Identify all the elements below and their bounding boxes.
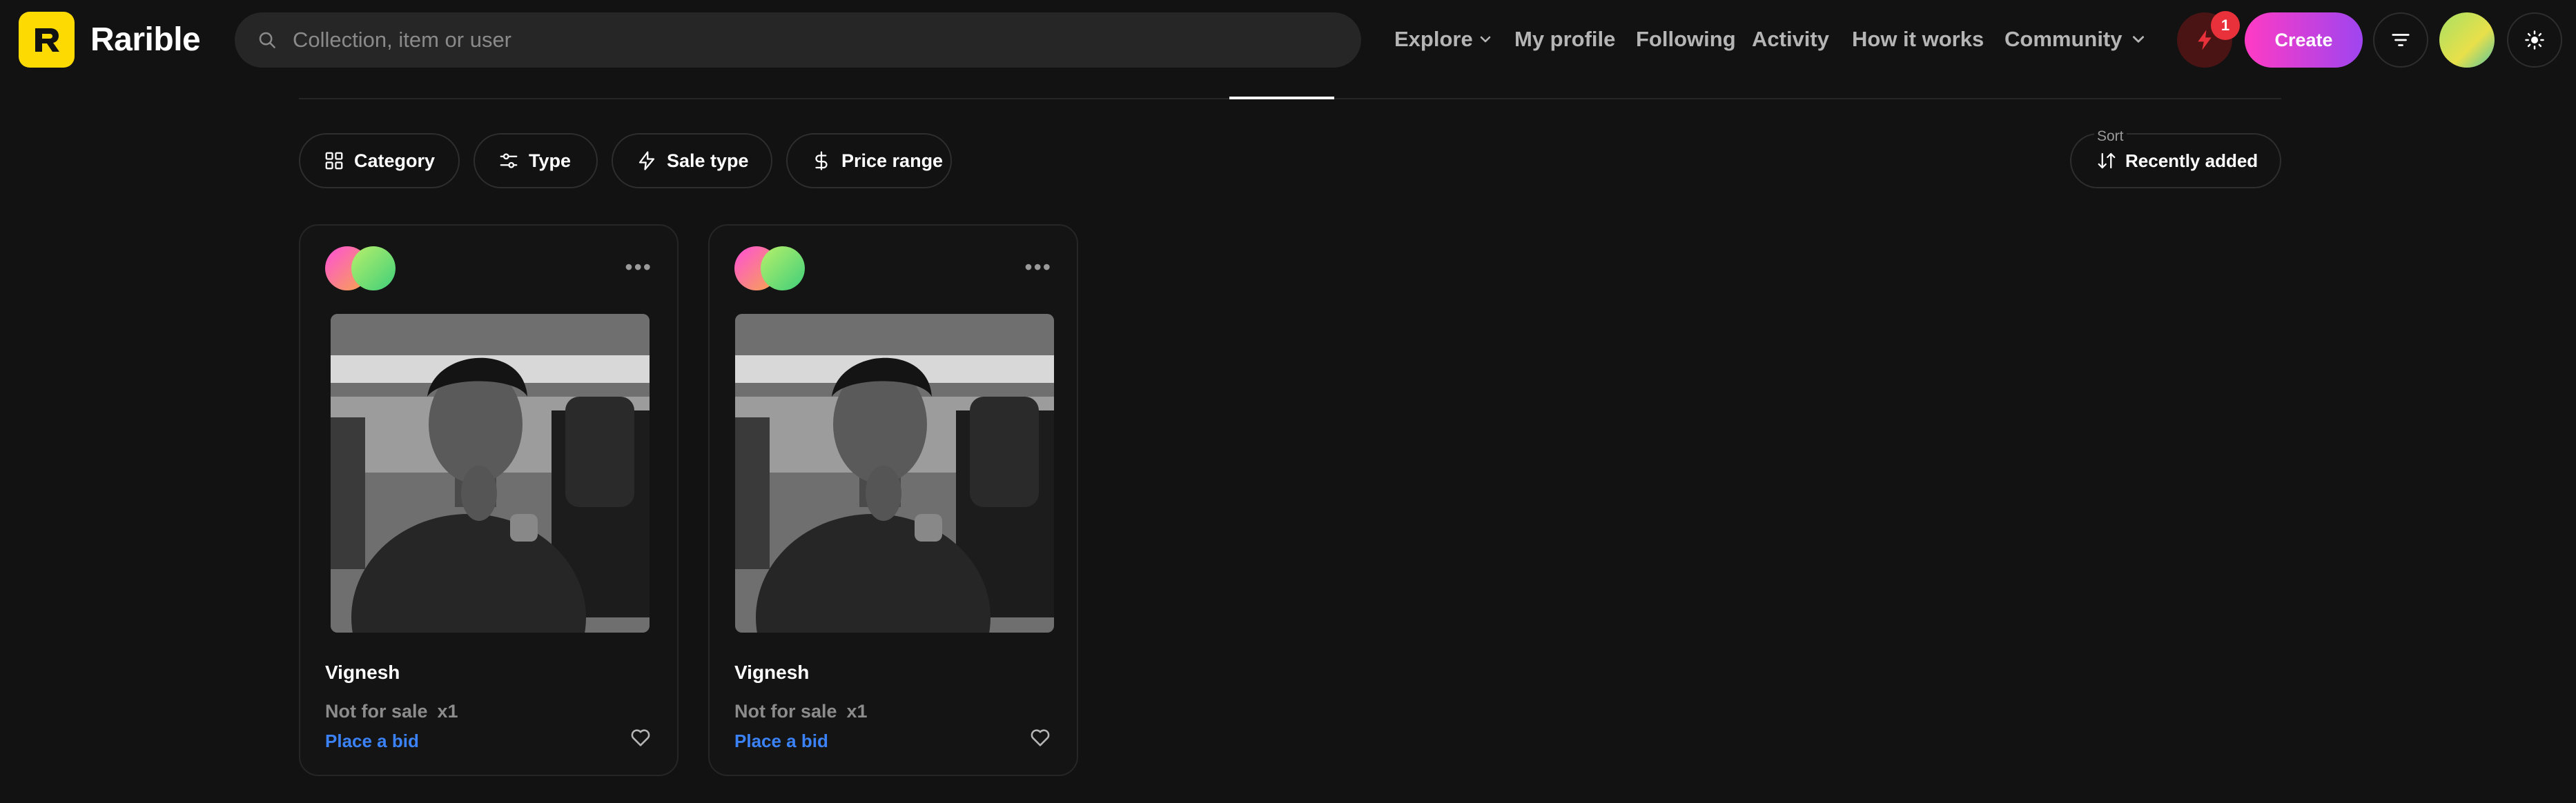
owner-avatars <box>325 246 401 290</box>
category-filter-button[interactable]: Category <box>299 133 460 188</box>
more-options-icon[interactable]: ••• <box>1024 256 1052 278</box>
heart-icon[interactable] <box>1028 726 1052 749</box>
nft-card[interactable]: ••• Vignesh Not for sale x1 Place a bid <box>299 224 679 776</box>
sale-type-filter-label: Sale type <box>667 150 749 171</box>
nft-image[interactable] <box>331 314 650 633</box>
sale-status-text: Not for sale <box>325 701 428 722</box>
owner-avatar[interactable] <box>351 246 396 290</box>
sliders-icon <box>500 153 518 168</box>
filter-button[interactable] <box>2373 12 2428 68</box>
sale-status: Not for sale x1 <box>734 700 868 723</box>
place-bid-link[interactable]: Place a bid <box>734 730 828 752</box>
edition-quantity: x1 <box>846 701 868 722</box>
nft-title[interactable]: Vignesh <box>325 660 400 685</box>
nft-image[interactable] <box>735 314 1054 633</box>
create-button[interactable]: Create <box>2245 12 2363 68</box>
nav-how-it-works[interactable]: How it works <box>1852 26 1984 52</box>
portrait-photo <box>735 314 1054 633</box>
type-filter-button[interactable]: Type <box>474 133 598 188</box>
brand-name[interactable]: Rarible <box>90 19 201 61</box>
nav-activity[interactable]: Activity <box>1752 26 1829 52</box>
more-options-icon[interactable]: ••• <box>625 256 652 278</box>
category-filter-label: Category <box>354 150 436 171</box>
chevron-down-icon <box>1480 36 1491 43</box>
type-filter-label: Type <box>529 150 572 171</box>
filter-icon <box>2392 34 2410 46</box>
top-header: Rarible Explore My profile Following Act… <box>0 0 2576 80</box>
price-range-filter-button[interactable]: Price range <box>786 133 952 188</box>
rarible-logo[interactable] <box>19 12 75 68</box>
edition-quantity: x1 <box>437 701 458 722</box>
sort-arrows-icon <box>2098 152 2116 169</box>
nav-my-profile[interactable]: My profile <box>1514 26 1615 52</box>
owner-avatar[interactable] <box>761 246 805 290</box>
price-range-filter-label: Price range <box>841 150 944 171</box>
logo-mark-icon <box>35 28 59 52</box>
search-input[interactable] <box>293 28 1259 52</box>
nav-explore[interactable]: Explore <box>1394 26 1492 52</box>
sort-value: Recently added <box>2125 150 2258 171</box>
sale-status-text: Not for sale <box>734 701 837 722</box>
theme-toggle-button[interactable] <box>2507 12 2562 68</box>
nav-community-label: Community <box>2004 27 2123 51</box>
search-icon <box>259 32 275 48</box>
nft-title[interactable]: Vignesh <box>734 660 809 685</box>
bolt-outline-icon <box>638 151 655 170</box>
user-avatar[interactable] <box>2439 12 2495 68</box>
nav-explore-label: Explore <box>1394 27 1473 51</box>
search-bar[interactable] <box>235 12 1361 68</box>
sale-status: Not for sale x1 <box>325 700 458 723</box>
dollar-icon <box>815 151 828 170</box>
notification-count-badge: 1 <box>2211 11 2240 40</box>
sort-label: Sort <box>2094 128 2127 145</box>
portrait-photo <box>331 314 650 633</box>
grid-icon <box>325 152 343 170</box>
owner-avatars <box>734 246 810 290</box>
nft-card[interactable]: ••• Vignesh Not for sale x1 Place a bid <box>708 224 1078 776</box>
sun-icon <box>2525 30 2544 50</box>
active-tab-indicator <box>1229 97 1334 99</box>
nav-community[interactable]: Community <box>2004 26 2146 52</box>
chevron-down-icon <box>2132 36 2144 43</box>
place-bid-link[interactable]: Place a bid <box>325 730 419 752</box>
sale-type-filter-button[interactable]: Sale type <box>612 133 772 188</box>
nav-following[interactable]: Following <box>1636 26 1736 52</box>
heart-icon[interactable] <box>629 726 652 749</box>
